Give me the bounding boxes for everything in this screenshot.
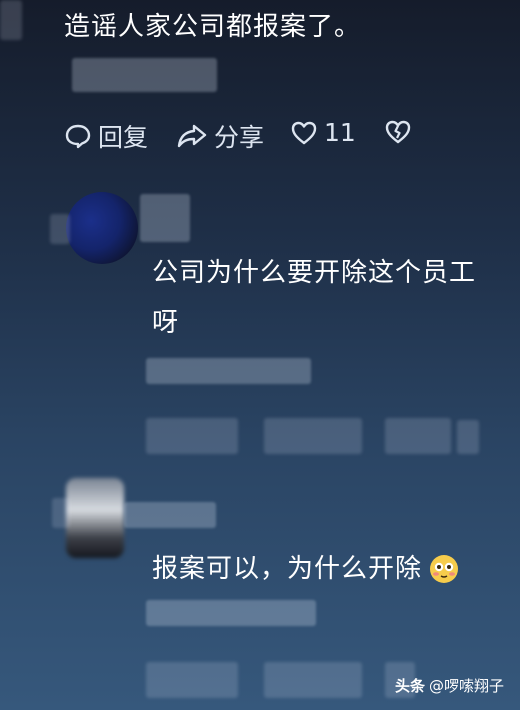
comment-text: 造谣人家公司都报案了。 [64, 12, 362, 42]
flushed-face-emoji-icon [428, 553, 460, 585]
reply-text-line1: 公司为什么要开除这个员工 [152, 258, 477, 288]
blurred-actions [264, 662, 362, 698]
blurred-meta [146, 358, 311, 384]
heart-icon [291, 121, 317, 144]
blurred-meta [72, 58, 217, 92]
blurred-actions [457, 420, 479, 454]
watermark-author: @啰嗦翔子 [428, 677, 504, 695]
blurred-actions [146, 662, 238, 698]
comment-bubble-icon [65, 124, 91, 149]
broken-heart-icon [385, 120, 411, 144]
blurred-meta [146, 600, 316, 626]
avatar-blur-left [52, 498, 70, 528]
blurred-username [140, 194, 190, 242]
blurred-actions [264, 418, 362, 454]
watermark-brand: 头条 [394, 677, 425, 695]
blurred-actions [385, 418, 451, 454]
like-count: 11 [324, 118, 356, 147]
reply-text-line2: 呀 [152, 308, 180, 338]
avatar[interactable] [66, 478, 124, 558]
blurred-actions [146, 418, 238, 454]
reply-text: 报案可以，为什么开除 [152, 554, 423, 584]
dislike-button[interactable] [384, 118, 418, 146]
watermark: 头条 @啰嗦翔子 [395, 675, 504, 696]
share-label: 分享 [214, 123, 265, 152]
avatar[interactable] [66, 192, 138, 264]
share-button[interactable]: 分享 [176, 118, 264, 154]
reply-content: 报案可以，为什么开除 [152, 552, 460, 586]
avatar-blur-left [50, 214, 70, 244]
share-arrow-icon [177, 124, 207, 148]
blurred-username [124, 502, 216, 528]
like-button[interactable]: 11 [290, 118, 356, 147]
partial-avatar-top [0, 0, 22, 40]
reply-button[interactable]: 回复 [64, 118, 148, 154]
reply-label: 回复 [98, 123, 149, 152]
